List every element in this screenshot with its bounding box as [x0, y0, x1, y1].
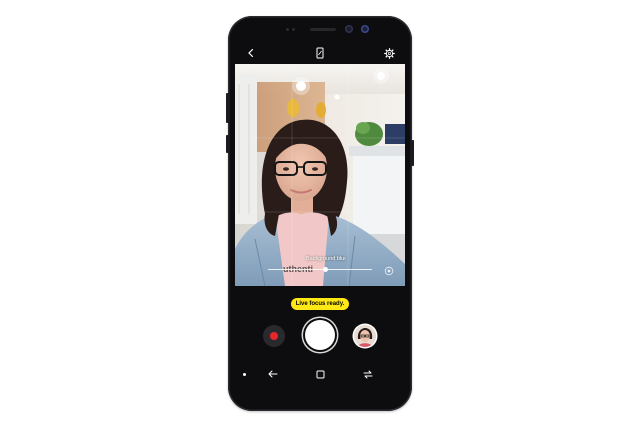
aspect-ratio-icon[interactable] — [312, 45, 328, 61]
record-dot — [270, 332, 278, 340]
live-focus-toast: Live focus ready. — [291, 298, 349, 310]
shutter-button[interactable] — [305, 320, 335, 350]
bixby-button — [226, 135, 229, 153]
live-focus-effect-icon[interactable] — [383, 265, 395, 277]
camera-top-bar — [235, 42, 405, 64]
back-arrow-icon[interactable] — [243, 45, 259, 61]
nav-back-icon[interactable] — [266, 368, 280, 380]
nav-home-icon[interactable] — [313, 368, 327, 380]
gear-icon[interactable] — [381, 45, 397, 61]
nav-dot — [243, 373, 246, 376]
earpiece-speaker — [310, 28, 336, 31]
proximity-sensor — [286, 28, 289, 31]
volume-button — [226, 93, 229, 123]
gallery-thumbnail-icon[interactable] — [354, 325, 376, 347]
record-icon[interactable] — [263, 325, 285, 347]
power-button — [411, 140, 414, 166]
ambient-sensor — [292, 28, 295, 31]
selfie-preview-image: uthenti — [235, 64, 405, 286]
iris-sensor — [361, 25, 369, 33]
blur-slider-thumb[interactable] — [322, 267, 328, 272]
nav-recents-icon[interactable] — [361, 368, 375, 380]
background-blur-label: Background blur — [305, 256, 347, 262]
front-camera-lens — [345, 25, 353, 33]
camera-viewfinder[interactable]: uthenti — [235, 64, 405, 286]
blur-slider[interactable] — [268, 269, 372, 270]
